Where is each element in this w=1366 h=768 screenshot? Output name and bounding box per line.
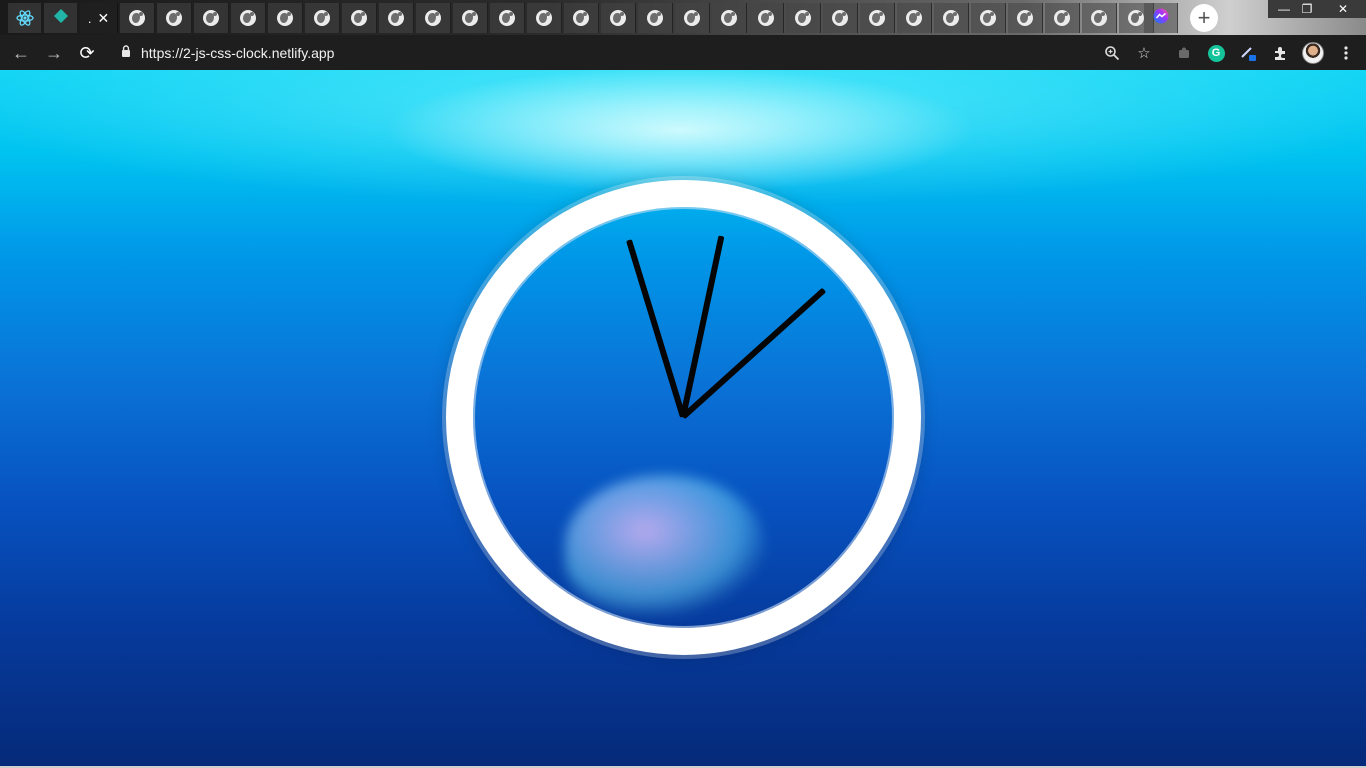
tab-19[interactable] <box>786 3 821 33</box>
tab-12[interactable] <box>527 3 562 33</box>
globe-icon <box>425 10 441 26</box>
globe-icon <box>1054 10 1070 26</box>
tab-strip: . ✕ + — ❐ ✕ <box>0 0 1366 35</box>
grammarly-letter: G <box>1207 44 1225 62</box>
tab-16[interactable] <box>675 3 710 33</box>
url-text: https://2-js-css-clock.netlify.app <box>141 44 335 61</box>
globe-icon <box>240 10 256 26</box>
globe-icon <box>647 10 663 26</box>
second-hand <box>626 239 686 418</box>
messenger-icon <box>1153 8 1169 29</box>
tab-25[interactable] <box>1008 3 1043 33</box>
browser-toolbar: ← → ⟳ https://2-js-css-clock.netlify.app… <box>0 35 1366 70</box>
puzzle-extension-icon[interactable] <box>1174 43 1194 63</box>
tab-4[interactable] <box>231 3 266 33</box>
globe-icon <box>1091 10 1107 26</box>
globe-icon <box>758 10 774 26</box>
tab-netlify[interactable] <box>44 3 78 33</box>
reload-button[interactable]: ⟳ <box>75 41 99 65</box>
back-button[interactable]: ← <box>9 41 33 65</box>
page-content <box>0 70 1366 768</box>
tab-1[interactable] <box>120 3 155 33</box>
tab-21[interactable] <box>860 3 895 33</box>
teal-diamond-icon <box>53 8 69 29</box>
globe-icon <box>1128 10 1144 26</box>
tab-18[interactable] <box>749 3 784 33</box>
restore-button[interactable]: ❐ <box>1291 0 1323 18</box>
tab-9[interactable] <box>416 3 451 33</box>
globe-icon <box>129 10 145 26</box>
profile-avatar[interactable] <box>1300 40 1326 66</box>
clock-face <box>446 180 921 655</box>
forward-button[interactable]: → <box>42 41 66 65</box>
globe-icon <box>869 10 885 26</box>
avatar <box>1302 42 1324 64</box>
tab-messenger[interactable] <box>1144 3 1178 33</box>
react-icon <box>15 9 34 27</box>
globe-icon <box>1017 10 1033 26</box>
globe-icon <box>462 10 478 26</box>
globe-icon <box>610 10 626 26</box>
tab-8[interactable] <box>379 3 414 33</box>
tab-15[interactable] <box>638 3 673 33</box>
active-tab-title: . <box>87 10 92 26</box>
tab-23[interactable] <box>934 3 969 33</box>
star-icon[interactable]: ☆ <box>1134 43 1154 63</box>
tab-6[interactable] <box>305 3 340 33</box>
new-tab-button[interactable]: + <box>1190 4 1218 32</box>
globe-icon <box>684 10 700 26</box>
pen-icon[interactable] <box>1238 43 1258 63</box>
tab-3[interactable] <box>194 3 229 33</box>
globe-icon <box>536 10 552 26</box>
tab-5[interactable] <box>268 3 303 33</box>
tab-22[interactable] <box>897 3 932 33</box>
tab-20[interactable] <box>823 3 858 33</box>
tab-14[interactable] <box>601 3 636 33</box>
globe-icon <box>943 10 959 26</box>
tab-react[interactable] <box>8 3 42 33</box>
globe-icon <box>573 10 589 26</box>
tab-27[interactable] <box>1082 3 1117 33</box>
globe-icon <box>351 10 367 26</box>
close-tab-icon[interactable]: ✕ <box>97 10 109 27</box>
grammarly-icon[interactable]: G <box>1206 43 1226 63</box>
hour-hand <box>680 235 725 418</box>
globe-icon <box>906 10 922 26</box>
extensions-icon[interactable] <box>1270 43 1290 63</box>
globe-icon <box>499 10 515 26</box>
globe-icon <box>980 10 996 26</box>
tab-17[interactable] <box>712 3 747 33</box>
address-bar[interactable]: https://2-js-css-clock.netlify.app <box>110 39 1160 66</box>
globe-icon <box>795 10 811 26</box>
close-window-button[interactable]: ✕ <box>1320 0 1366 18</box>
tab-13[interactable] <box>564 3 599 33</box>
tab-26[interactable] <box>1045 3 1080 33</box>
tab-24[interactable] <box>971 3 1006 33</box>
zoom-icon[interactable] <box>1102 43 1122 63</box>
tab-11[interactable] <box>490 3 525 33</box>
globe-icon <box>721 10 737 26</box>
lock-icon <box>121 44 131 62</box>
tab-active[interactable]: . ✕ <box>80 3 118 33</box>
tab-7[interactable] <box>342 3 377 33</box>
globe-icon <box>388 10 404 26</box>
globe-icon <box>277 10 293 26</box>
menu-icon[interactable] <box>1336 43 1356 63</box>
globe-icon <box>203 10 219 26</box>
tab-10[interactable] <box>453 3 488 33</box>
tab-2[interactable] <box>157 3 192 33</box>
globe-icon <box>832 10 848 26</box>
globe-icon <box>166 10 182 26</box>
globe-icon <box>314 10 330 26</box>
